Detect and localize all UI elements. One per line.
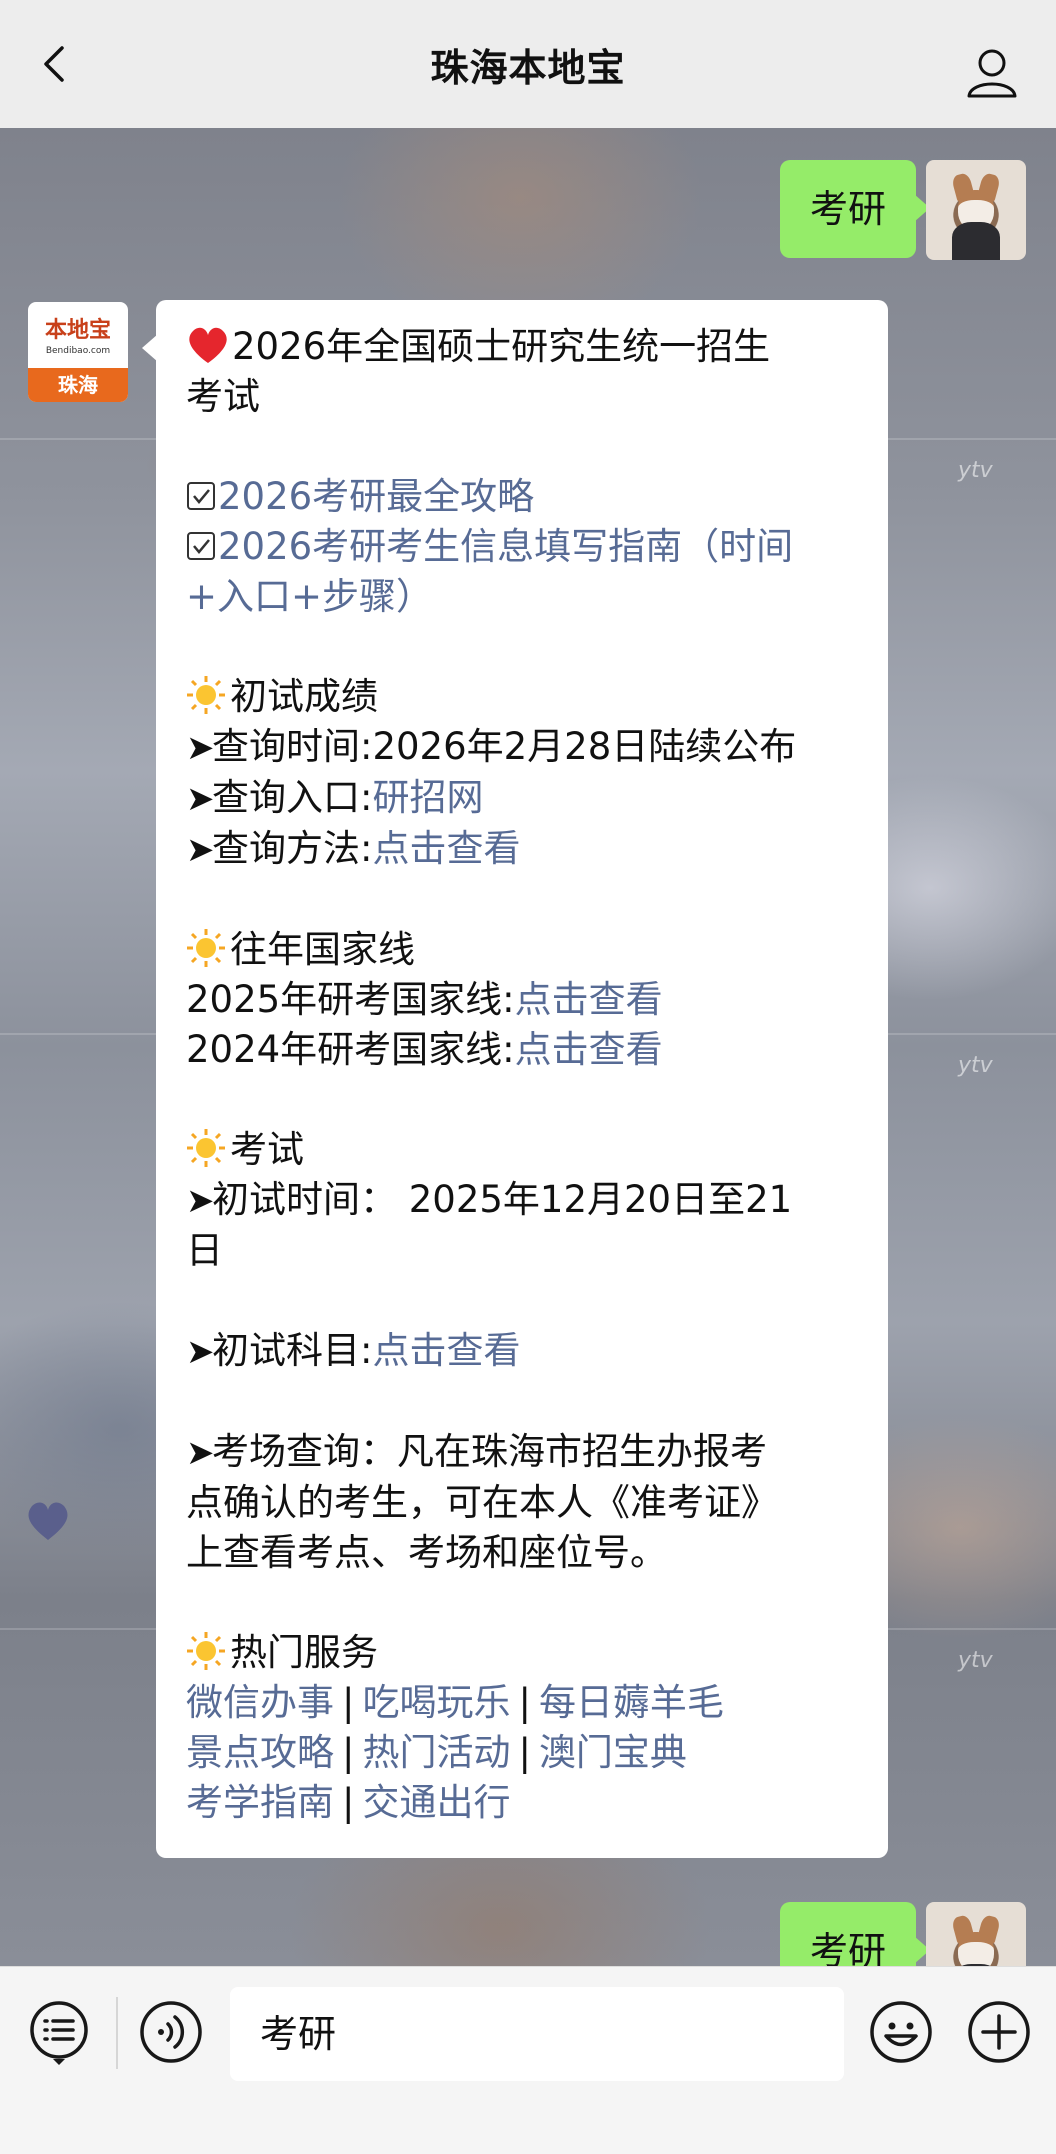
section-national-lines: 往年国家线 xyxy=(186,925,862,975)
venue-query-cont: 点确认的考生，可在本人《准考证》 xyxy=(186,1481,778,1524)
services-row: 考学指南 | 交通出行 xyxy=(186,1781,511,1824)
venue-query: ➤考场查询：凡在珠海市招生办报考 xyxy=(186,1430,767,1473)
service-link[interactable]: 景点攻略 xyxy=(186,1731,334,1774)
guide-link[interactable]: 2026考研最全攻略 xyxy=(218,475,534,518)
services-row: 微信办事 | 吃喝玩乐 | 每日薅羊毛 xyxy=(186,1681,724,1724)
emoji-icon[interactable] xyxy=(868,1999,934,2065)
chat-header: 珠海本地宝 xyxy=(0,0,1056,128)
sun-icon xyxy=(187,929,225,967)
line-2024: 2024年研考国家线:点击查看 xyxy=(186,1028,663,1071)
sun-icon xyxy=(187,1129,225,1167)
user-message-bubble[interactable]: 考研 xyxy=(779,1902,931,1966)
person-icon[interactable] xyxy=(966,48,1018,98)
yanzhao-link[interactable]: 研招网 xyxy=(372,776,483,819)
services-row: 景点攻略 | 热门活动 | 澳门宝典 xyxy=(186,1731,687,1774)
sun-icon xyxy=(187,1632,225,1670)
plus-icon[interactable] xyxy=(966,1999,1032,2065)
avatar-site: Bendibao.com xyxy=(45,346,111,356)
chevron-left-icon[interactable] xyxy=(36,44,76,84)
section-score: 初试成绩 xyxy=(186,672,862,722)
chat-title: 珠海本地宝 xyxy=(430,45,626,90)
chat-area[interactable]: ytv ytv ytv 考研 本地宝 Bendibao.com 珠海 2026年… xyxy=(0,128,1056,1966)
avatar-brand: 本地宝 xyxy=(44,318,111,343)
exam-time-cont: 日 xyxy=(186,1229,223,1272)
info-link-row: 2026考研考生信息填写指南（时间 xyxy=(186,522,862,572)
wallpaper-watermark: ytv xyxy=(958,1053,993,1078)
avatar-city: 珠海 xyxy=(28,368,128,402)
exam-subject: ➤初试科目:点击查看 xyxy=(186,1329,521,1372)
wallpaper-watermark: ytv xyxy=(958,1648,993,1673)
bot-reply-bubble: 2026年全国硕士研究生统一招生 考试 2026考研最全攻略 2026考研考生信… xyxy=(142,300,888,1858)
service-link[interactable]: 交通出行 xyxy=(362,1781,510,1824)
service-link[interactable]: 热门活动 xyxy=(362,1731,510,1774)
service-link[interactable]: 考学指南 xyxy=(186,1781,334,1824)
red-heart-icon xyxy=(189,327,227,363)
venue-query-cont: 上查看考点、考场和座位号。 xyxy=(186,1531,667,1574)
user-avatar[interactable] xyxy=(926,1902,1026,1966)
service-link[interactable]: 每日薅羊毛 xyxy=(539,1681,724,1724)
service-link[interactable]: 澳门宝典 xyxy=(539,1731,687,1774)
score-time: ➤查询时间:2026年2月28日陆续公布 xyxy=(186,725,797,768)
service-link[interactable]: 吃喝玩乐 xyxy=(362,1681,510,1724)
checkbox-icon xyxy=(187,532,215,560)
user-avatar[interactable] xyxy=(926,160,1026,260)
score-entry: ➤查询入口:研招网 xyxy=(186,776,484,819)
info-guide-link-cont[interactable]: +入口+步骤） xyxy=(186,572,862,622)
score-method-link[interactable]: 点击查看 xyxy=(372,827,520,870)
line-2025: 2025年研考国家线:点击查看 xyxy=(186,978,663,1021)
input-bar: 考研 xyxy=(0,1966,1056,2154)
score-method: ➤查询方法:点击查看 xyxy=(186,827,521,870)
sun-icon xyxy=(187,676,225,714)
user-message-bubble[interactable]: 考研 xyxy=(779,160,931,258)
section-exam: 考试 xyxy=(186,1125,862,1175)
input-bar-divider xyxy=(116,1997,118,2069)
line-2024-link[interactable]: 点击查看 xyxy=(515,1028,663,1071)
checkbox-icon xyxy=(187,482,215,510)
wallpaper-heart-icon xyxy=(28,1502,68,1540)
wallpaper-watermark: ytv xyxy=(958,458,993,483)
message-input[interactable]: 考研 xyxy=(230,1987,844,2081)
section-services: 热门服务 xyxy=(186,1628,862,1678)
voice-icon[interactable] xyxy=(138,1999,204,2065)
service-link[interactable]: 微信办事 xyxy=(186,1681,334,1724)
info-guide-link[interactable]: 2026考研考生信息填写指南（时间 xyxy=(218,525,793,568)
menu-list-icon[interactable] xyxy=(26,1999,92,2065)
reply-headline-cont: 考试 xyxy=(186,375,260,418)
reply-headline: 2026年全国硕士研究生统一招生 xyxy=(186,322,862,372)
guide-link-row: 2026考研最全攻略 xyxy=(186,472,862,522)
exam-subject-link[interactable]: 点击查看 xyxy=(372,1329,520,1372)
bot-avatar[interactable]: 本地宝 Bendibao.com 珠海 xyxy=(28,302,128,402)
exam-time: ➤初试时间： 2025年12月20日至21 xyxy=(186,1178,793,1221)
line-2025-link[interactable]: 点击查看 xyxy=(515,978,663,1021)
